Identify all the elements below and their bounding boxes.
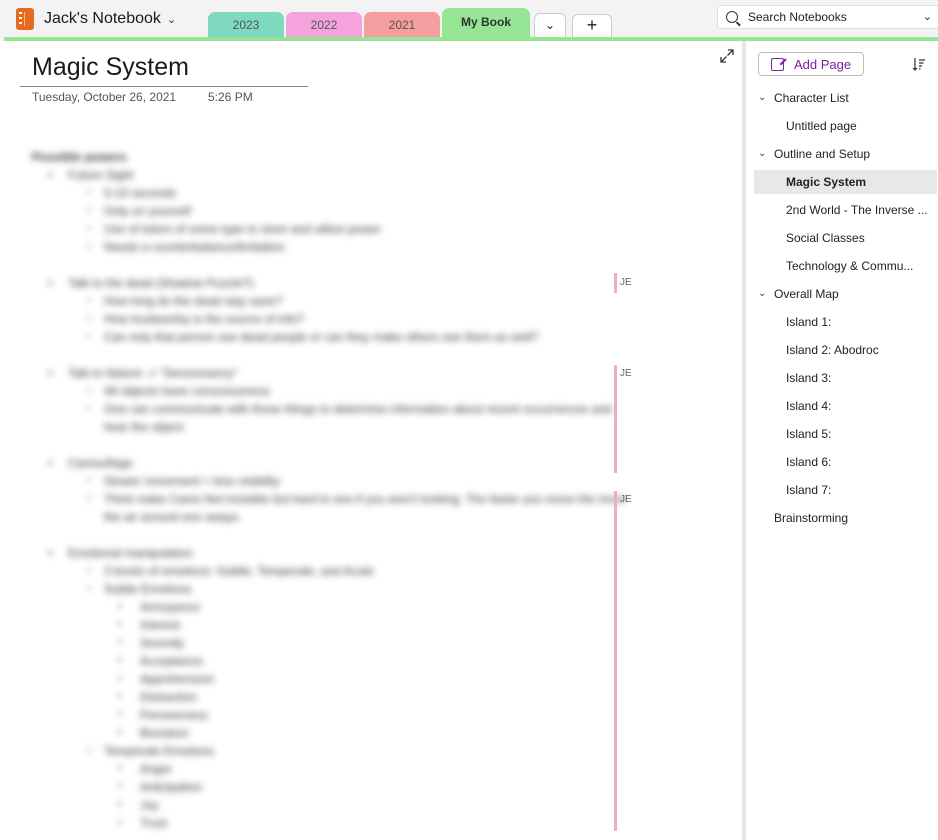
page-item-label: Untitled page [786,119,857,133]
page-item-label: Island 5: [786,427,832,441]
page-item-untitled-page[interactable]: Untitled page [754,114,937,138]
page-item-2nd-world[interactable]: 2nd World - The Inverse ... [754,198,937,222]
page-item-label: Island 3: [786,371,832,385]
author-indicator-bar [614,273,617,293]
page-list-sidebar: Add Page ⌄ Character List Untitled page … [746,41,938,840]
notebook-switcher[interactable]: Jack's Notebook ⌄ [16,8,176,30]
page-item-label: Brainstorming [774,511,849,525]
page-item-label: Technology & Commu... [786,259,914,273]
chevron-down-icon[interactable]: ⌄ [923,10,932,23]
page-title[interactable]: Magic System [32,53,189,82]
add-page-button[interactable]: Add Page [758,52,864,76]
more-sections-button[interactable]: ⌄ [534,13,566,37]
section-tab-2023[interactable]: 2023 [208,12,284,38]
page-item-label: Island 6: [786,455,832,469]
page-item-label: Island 2: Abodroc [786,343,879,357]
chevron-down-icon[interactable]: ⌄ [758,282,766,306]
author-tag: JE [620,277,632,288]
section-tab-my-book[interactable]: My Book [442,8,530,38]
page-item-island-2[interactable]: Island 2: Abodroc [754,338,937,362]
page-item-island-3[interactable]: Island 3: [754,366,937,390]
page-item-label: Magic System [786,175,867,189]
sort-icon[interactable] [912,57,926,71]
search-notebooks-input[interactable]: Search Notebooks ⌄ [717,5,938,29]
author-indicator-bar [614,491,617,831]
page-item-island-6[interactable]: Island 6: [754,450,937,474]
author-tag: JE [620,494,632,505]
page-item-outline-and-setup[interactable]: ⌄ Outline and Setup [754,142,937,166]
page-item-label: Island 1: [786,315,832,329]
chevron-down-icon[interactable]: ⌄ [758,142,766,166]
section-tab-2022[interactable]: 2022 [286,12,362,38]
page-item-social-classes[interactable]: Social Classes [754,226,937,250]
section-tab-2021[interactable]: 2021 [364,12,440,38]
page-item-island-1[interactable]: Island 1: [754,310,937,334]
top-bar: Jack's Notebook ⌄ 2023 2022 2021 My Book… [0,0,938,38]
page-item-label: Character List [774,91,849,105]
notebook-name: Jack's Notebook [44,10,161,27]
page-item-label: Island 7: [786,483,832,497]
page-item-label: Outline and Setup [774,147,871,161]
chevron-down-icon: ⌄ [544,18,556,32]
author-indicator-bar [614,365,617,473]
chevron-down-icon: ⌄ [166,13,177,26]
page-item-label: Overall Map [774,287,839,301]
add-section-button[interactable]: + [572,14,612,37]
page-item-character-list[interactable]: ⌄ Character List [754,86,937,110]
page-item-label: 2nd World - The Inverse ... [786,203,928,217]
chevron-down-icon[interactable]: ⌄ [758,86,766,110]
page-item-overall-map[interactable]: ⌄ Overall Map [754,282,937,306]
page-item-label: Social Classes [786,231,865,245]
author-tag: JE [620,368,632,379]
notebook-icon [16,8,34,30]
page-item-technology[interactable]: Technology & Commu... [754,254,937,278]
page-item-brainstorming[interactable]: Brainstorming [754,506,937,530]
add-page-icon [771,57,784,71]
page-item-magic-system[interactable]: Magic System [754,170,937,194]
page-item-island-4[interactable]: Island 4: [754,394,937,418]
page-time: 5:26 PM [208,90,253,104]
search-placeholder: Search Notebooks [748,10,847,24]
title-underline [20,86,308,87]
blurred-note-content: Possible powers Future Sight 5-10 second… [32,148,632,832]
page-item-label: Island 4: [786,399,832,413]
expand-icon[interactable] [720,49,734,63]
page-date: Tuesday, October 26, 2021 [32,90,177,104]
add-page-label: Add Page [794,56,852,72]
page-item-island-5[interactable]: Island 5: [754,422,937,446]
search-icon [726,11,738,23]
page-item-island-7[interactable]: Island 7: [754,478,937,502]
page-canvas[interactable]: Magic System Tuesday, October 26, 2021 5… [0,41,742,840]
